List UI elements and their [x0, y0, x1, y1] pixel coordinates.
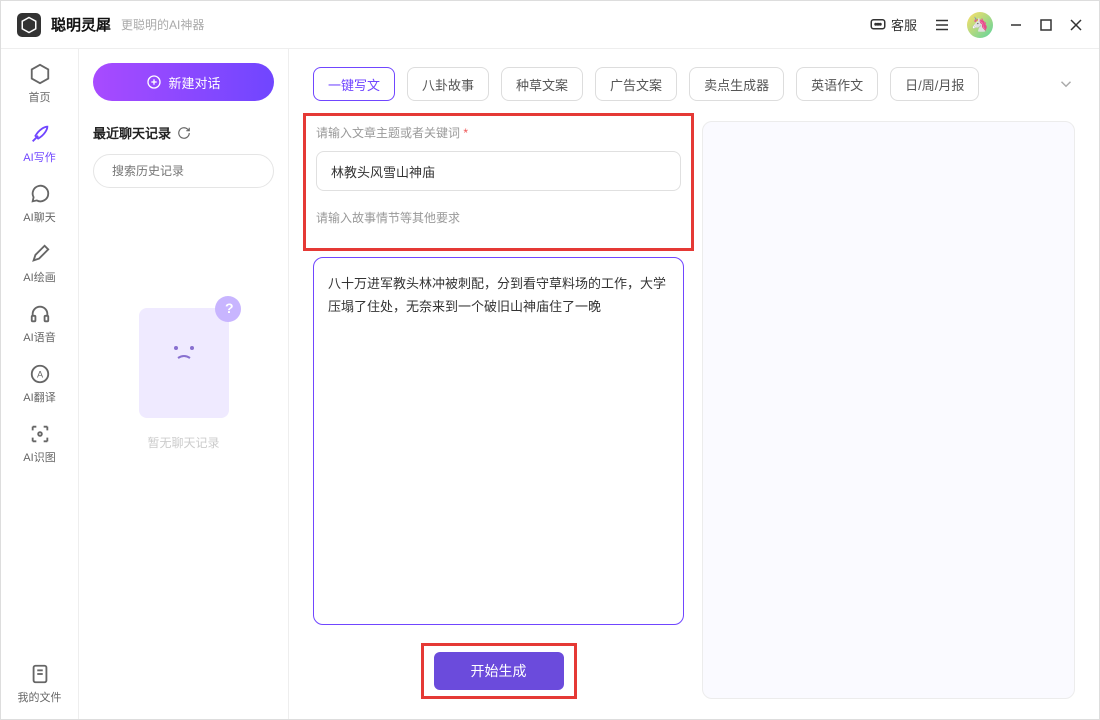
tab-seed-copy[interactable]: 种草文案: [501, 67, 583, 101]
detail-textarea[interactable]: [313, 257, 684, 625]
input-highlight-frame: 请输入文章主题或者关键词 * 请输入故事情节等其他要求: [303, 113, 694, 251]
tabs-expand-button[interactable]: [1057, 75, 1075, 93]
sidebar-item-label: AI聊天: [23, 209, 55, 225]
tabs-row: 一键写文 八卦故事 种草文案 广告文案 卖点生成器 英语作文 日/周/月报: [313, 67, 1075, 101]
output-column: [702, 121, 1075, 699]
customer-service-label: 客服: [891, 15, 917, 34]
sidebar-item-home[interactable]: 首页: [29, 63, 51, 105]
refresh-icon[interactable]: [177, 126, 191, 140]
sidebar-item-label: AI识图: [23, 449, 55, 465]
empty-state: 暂无聊天记录: [93, 308, 274, 719]
menu-button[interactable]: [933, 16, 951, 34]
form-column: 请输入文章主题或者关键词 * 请输入故事情节等其他要求 开始生成: [313, 121, 684, 699]
sidebar-item-ai-writing[interactable]: AI写作: [23, 123, 55, 165]
customer-service-button[interactable]: 客服: [869, 15, 917, 34]
plus-circle-icon: [146, 74, 162, 90]
tab-gossip-story[interactable]: 八卦故事: [407, 67, 489, 101]
brush-icon: [29, 243, 51, 265]
recent-header: 最近聊天记录: [93, 123, 274, 142]
search-box[interactable]: [93, 154, 274, 188]
app-logo-icon: [17, 13, 41, 37]
sidebar-item-label: 我的文件: [18, 689, 62, 705]
file-icon: [29, 663, 51, 685]
avatar[interactable]: 🦄: [967, 12, 993, 38]
secondary-panel: 新建对话 最近聊天记录 暂无聊天记录: [79, 49, 289, 719]
content-row: 请输入文章主题或者关键词 * 请输入故事情节等其他要求 开始生成: [313, 121, 1075, 699]
empty-text: 暂无聊天记录: [147, 434, 219, 451]
app-title: 聪明灵犀: [51, 14, 111, 35]
tab-report[interactable]: 日/周/月报: [890, 67, 979, 101]
tab-ad-copy[interactable]: 广告文案: [595, 67, 677, 101]
empty-illustration: [139, 308, 229, 418]
new-chat-button[interactable]: 新建对话: [93, 63, 274, 101]
window-close-button[interactable]: [1069, 18, 1083, 32]
detail-label: 请输入故事情节等其他要求: [316, 209, 681, 226]
sidebar-item-label: AI语音: [23, 329, 55, 345]
topic-label: 请输入文章主题或者关键词 *: [316, 124, 681, 141]
sidebar-item-ai-voice[interactable]: AI语音: [23, 303, 55, 345]
sidebar-item-ai-draw[interactable]: AI绘画: [23, 243, 55, 285]
header-right: 客服 🦄: [869, 12, 1083, 38]
search-input[interactable]: [112, 164, 267, 178]
generate-button[interactable]: 开始生成: [434, 652, 564, 690]
topic-input[interactable]: [316, 151, 681, 191]
sidebar-item-ai-chat[interactable]: AI聊天: [23, 183, 55, 225]
svg-text:A: A: [36, 370, 43, 380]
headphones-icon: [29, 303, 51, 325]
new-chat-label: 新建对话: [168, 73, 220, 92]
sidebar-item-ai-translate[interactable]: A AI翻译: [23, 363, 55, 405]
required-mark: *: [463, 126, 468, 140]
sidebar-item-ai-vision[interactable]: AI识图: [23, 423, 55, 465]
header-brand: 聪明灵犀 更聪明的AI神器: [17, 13, 204, 37]
feather-icon: [29, 123, 51, 145]
title-bar: 聪明灵犀 更聪明的AI神器 客服 🦄: [1, 1, 1099, 49]
tab-selling-point[interactable]: 卖点生成器: [689, 67, 784, 101]
tab-one-click-write[interactable]: 一键写文: [313, 67, 395, 101]
sidebar: 首页 AI写作 AI聊天 AI绘画 AI语音 A AI翻译 AI识图: [1, 49, 79, 719]
camera-icon: [29, 423, 51, 445]
window-minimize-button[interactable]: [1009, 18, 1023, 32]
hexagon-icon: [29, 63, 51, 85]
sidebar-item-label: AI写作: [23, 149, 55, 165]
window-maximize-button[interactable]: [1039, 18, 1053, 32]
recent-header-label: 最近聊天记录: [93, 123, 171, 142]
button-row: 开始生成: [313, 643, 684, 699]
sidebar-item-label: AI绘画: [23, 269, 55, 285]
chevron-down-icon: [1057, 75, 1075, 93]
tab-english-essay[interactable]: 英语作文: [796, 67, 878, 101]
chat-icon: [29, 183, 51, 205]
translate-icon: A: [29, 363, 51, 385]
sidebar-item-label: AI翻译: [23, 389, 55, 405]
app-subtitle: 更聪明的AI神器: [121, 16, 204, 33]
sidebar-item-my-files[interactable]: 我的文件: [18, 663, 62, 705]
main-area: 一键写文 八卦故事 种草文案 广告文案 卖点生成器 英语作文 日/周/月报 请输…: [289, 49, 1099, 719]
sidebar-item-label: 首页: [29, 89, 51, 105]
generate-highlight-frame: 开始生成: [421, 643, 577, 699]
